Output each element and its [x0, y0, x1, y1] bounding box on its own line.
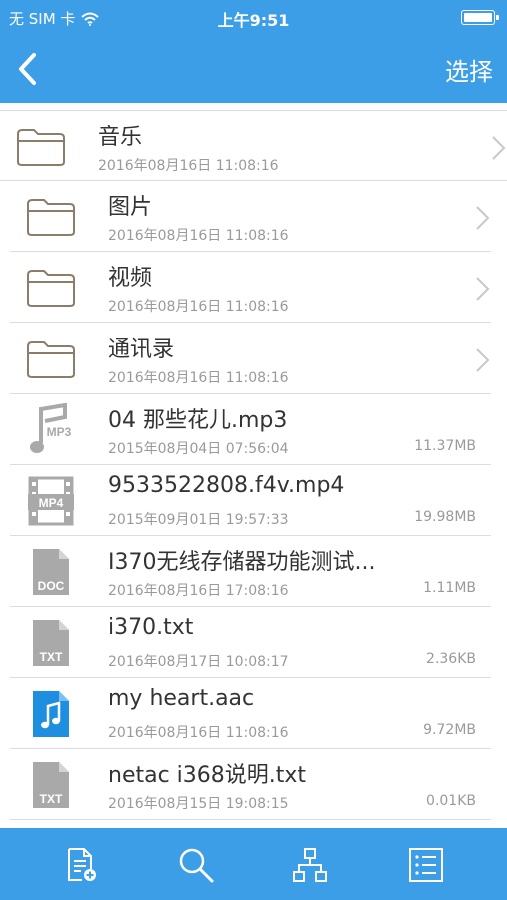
item-name: 04 那些花儿.mp3 [108, 408, 288, 433]
search-button[interactable] [176, 845, 216, 885]
row-icon: TXT [24, 760, 78, 810]
folder-icon [27, 270, 75, 307]
new-document-icon [68, 848, 96, 881]
chevron-right-icon [476, 348, 490, 372]
svg-text:MP4: MP4 [39, 496, 64, 510]
item-size: 1.11MB [423, 580, 476, 596]
item-size: 0.01KB [426, 793, 476, 809]
folder-row[interactable]: 通讯录 2016年08月16日 11:08:16 [10, 323, 491, 394]
nav-bar: 选择 [0, 36, 507, 103]
row-icon [14, 122, 68, 172]
item-date: 2016年08月17日 10:08:17 [108, 654, 289, 670]
txt-file-icon: TXT [33, 620, 69, 666]
item-date: 2015年09月01日 19:57:33 [108, 512, 289, 528]
item-name: 图片 [108, 195, 153, 220]
chevron-right-icon [476, 206, 490, 230]
row-icon [24, 263, 78, 313]
row-icon: MP4 [24, 476, 78, 526]
search-icon [179, 848, 214, 883]
item-name: 9533522808.f4v.mp4 [108, 473, 345, 498]
item-size: 2.36KB [426, 651, 476, 667]
folder-icon [27, 199, 75, 236]
svg-text:TXT: TXT [40, 650, 63, 664]
row-icon [24, 689, 78, 739]
svg-text:TXT: TXT [40, 792, 63, 806]
item-date: 2016年08月16日 11:08:16 [108, 725, 289, 741]
select-button[interactable]: 选择 [445, 52, 493, 87]
item-date: 2016年08月16日 17:08:16 [108, 583, 289, 599]
item-name: 通讯录 [108, 337, 175, 362]
file-row[interactable]: MP4 9533522808.f4v.mp4 2015年09月01日 19:57:3… [10, 465, 491, 536]
status-bar: 无 SIM 卡 上午9:51 [0, 0, 507, 36]
item-date: 2015年08月04日 07:56:04 [108, 441, 289, 457]
folder-icon [17, 129, 65, 166]
item-date: 2016年08月15日 19:08:15 [108, 796, 289, 812]
item-date: 2016年08月16日 11:08:16 [98, 158, 279, 174]
header: 无 SIM 卡 上午9:51 选择 [0, 0, 507, 103]
item-date: 2016年08月16日 11:08:16 [108, 299, 289, 315]
chevron-right-icon [476, 277, 490, 301]
item-size: 11.37MB [414, 438, 476, 454]
file-row[interactable]: my heart.aac 2016年08月16日 11:08:16 9.72MB [10, 678, 491, 749]
list-icon [409, 848, 443, 882]
doc-file-icon: DOC [33, 549, 69, 595]
back-button[interactable] [10, 50, 44, 88]
item-name: my heart.aac [108, 686, 255, 711]
bottom-toolbar [0, 828, 507, 900]
item-name: netac i368说明.txt [108, 763, 307, 788]
item-size: 9.72MB [423, 722, 476, 738]
music-file-icon: MP3 [30, 403, 72, 453]
item-name: 音乐 [98, 125, 143, 150]
file-row[interactable]: MP3 04 那些花儿.mp3 2015年08月04日 07:56:04 11.37M… [10, 394, 491, 465]
item-size: 19.98MB [414, 509, 476, 525]
file-row[interactable]: TXT netac i368说明.txt 2016年08月15日 19:08:15 0… [10, 749, 491, 820]
item-date: 2016年08月16日 11:08:16 [108, 370, 289, 386]
hierarchy-button[interactable] [290, 845, 330, 885]
folder-row[interactable]: 图片 2016年08月16日 11:08:16 [10, 181, 491, 252]
row-icon: MP3 [24, 403, 78, 455]
folder-icon [27, 341, 75, 378]
item-name: I370无线存储器功能测试... [108, 550, 376, 575]
item-name: 视频 [108, 266, 153, 291]
file-row[interactable]: DOC I370无线存储器功能测试... 2016年08月16日 17:08:16 1… [10, 536, 491, 607]
file-row[interactable]: TXT i370.txt 2016年08月17日 10:08:17 2.36KB [10, 607, 491, 678]
chevron-right-icon [492, 136, 506, 160]
chevron-left-icon [19, 53, 36, 85]
row-icon: TXT [24, 618, 78, 668]
item-date: 2016年08月16日 11:08:16 [108, 228, 289, 244]
row-icon: DOC [24, 547, 78, 597]
audio-file-icon [33, 691, 69, 737]
hierarchy-icon [293, 848, 327, 882]
txt-file-icon: TXT [33, 762, 69, 808]
battery-icon [461, 10, 499, 25]
row-icon [24, 192, 78, 242]
status-time: 上午9:51 [217, 11, 290, 30]
svg-text:DOC: DOC [38, 579, 65, 593]
list-view-button[interactable] [406, 845, 446, 885]
folder-row[interactable]: 视频 2016年08月16日 11:08:16 [10, 252, 491, 323]
item-name: i370.txt [108, 615, 194, 640]
svg-text:MP3: MP3 [47, 425, 72, 439]
new-document-button[interactable] [62, 845, 102, 885]
folder-row[interactable]: 音乐 2016年08月16日 11:08:16 [0, 110, 507, 181]
file-list: 音乐 2016年08月16日 11:08:16 图片 2016年08月16日 11:0… [0, 110, 507, 828]
row-icon [24, 334, 78, 384]
video-file-icon: MP4 [28, 476, 74, 526]
